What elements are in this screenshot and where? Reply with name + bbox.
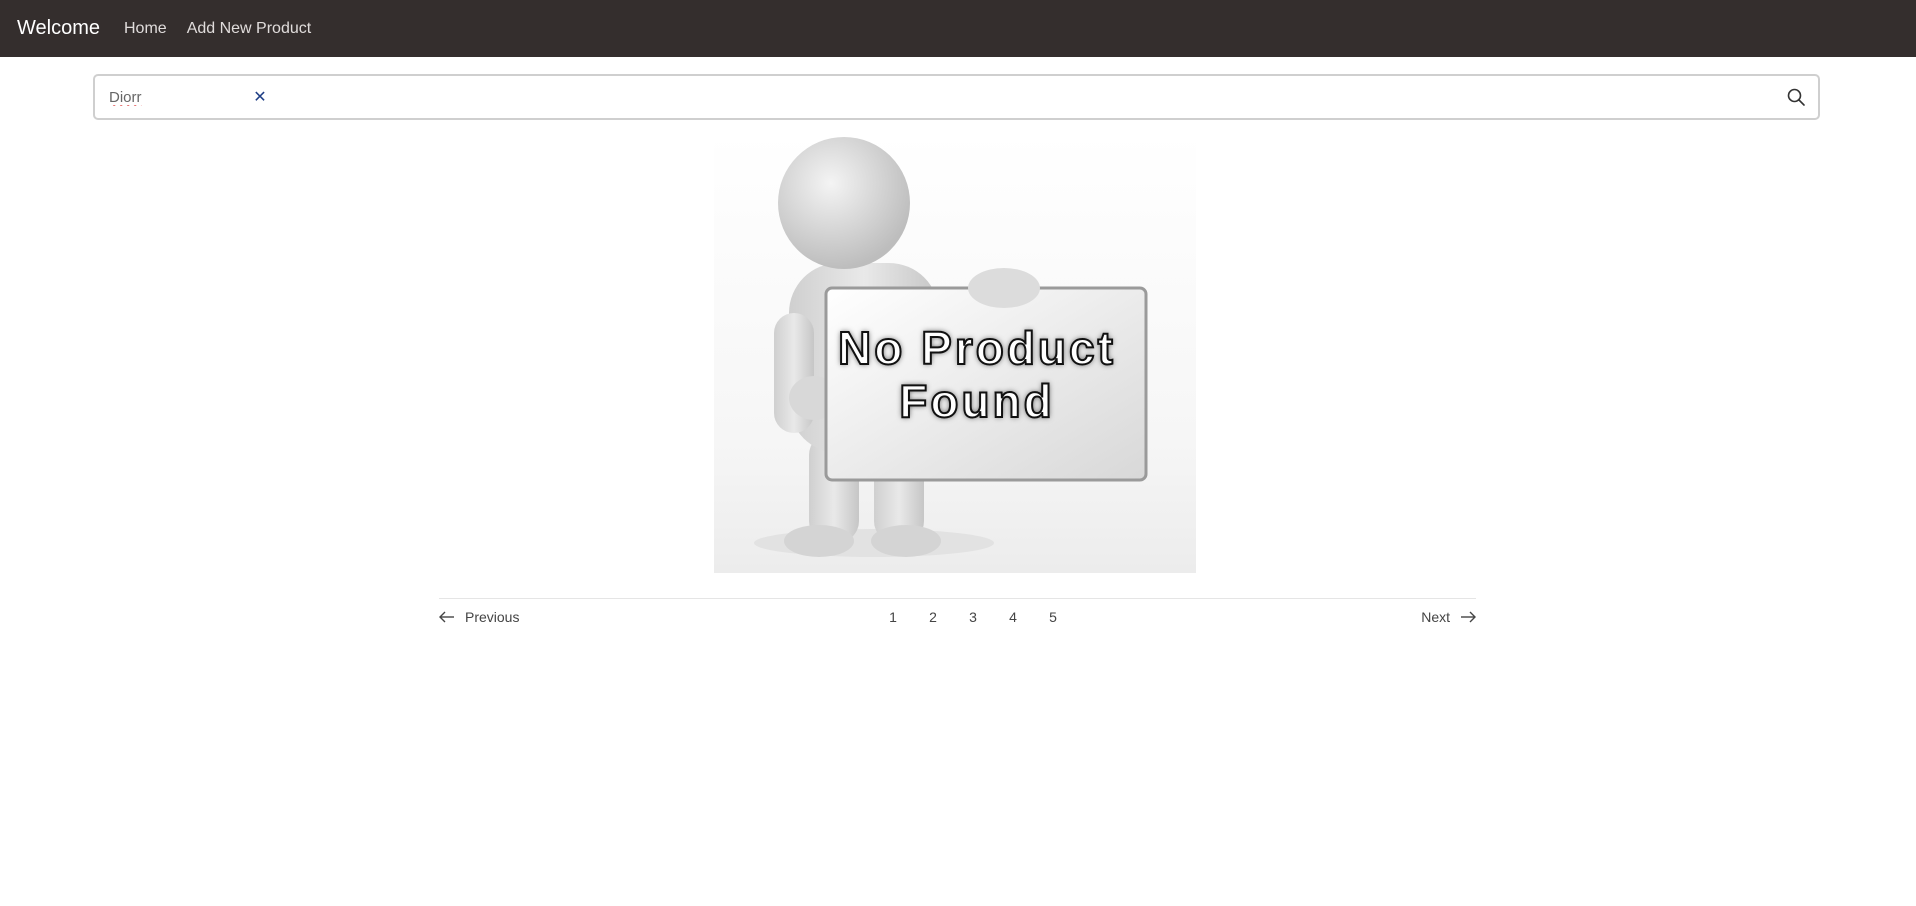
arrow-right-icon bbox=[1461, 611, 1476, 623]
no-product-text: No Product Found bbox=[822, 321, 1132, 428]
page-1[interactable]: 1 bbox=[873, 609, 913, 625]
nav-home-link[interactable]: Home bbox=[124, 20, 167, 38]
page-numbers: 1 2 3 4 5 bbox=[873, 609, 1073, 625]
page-2[interactable]: 2 bbox=[913, 609, 953, 625]
search-input[interactable] bbox=[107, 87, 247, 107]
pagination: Previous 1 2 3 4 5 Next bbox=[439, 598, 1476, 638]
top-navbar: Welcome Home Add New Product bbox=[0, 0, 1916, 57]
arrow-left-icon bbox=[439, 611, 454, 623]
page-4[interactable]: 4 bbox=[993, 609, 1033, 625]
previous-label: Previous bbox=[465, 609, 520, 625]
next-page-button[interactable]: Next bbox=[1421, 609, 1476, 625]
search-bar: ✕ bbox=[93, 74, 1820, 120]
next-label: Next bbox=[1421, 609, 1450, 625]
previous-page-button[interactable]: Previous bbox=[439, 609, 519, 625]
page-3[interactable]: 3 bbox=[953, 609, 993, 625]
no-product-line1: No Product bbox=[837, 321, 1116, 375]
close-icon[interactable]: ✕ bbox=[251, 87, 269, 107]
brand-link[interactable]: Welcome bbox=[17, 17, 100, 40]
no-product-line2: Found bbox=[898, 374, 1055, 428]
page-5[interactable]: 5 bbox=[1033, 609, 1073, 625]
nav-add-product-link[interactable]: Add New Product bbox=[187, 20, 312, 38]
search-icon[interactable] bbox=[1786, 87, 1806, 107]
